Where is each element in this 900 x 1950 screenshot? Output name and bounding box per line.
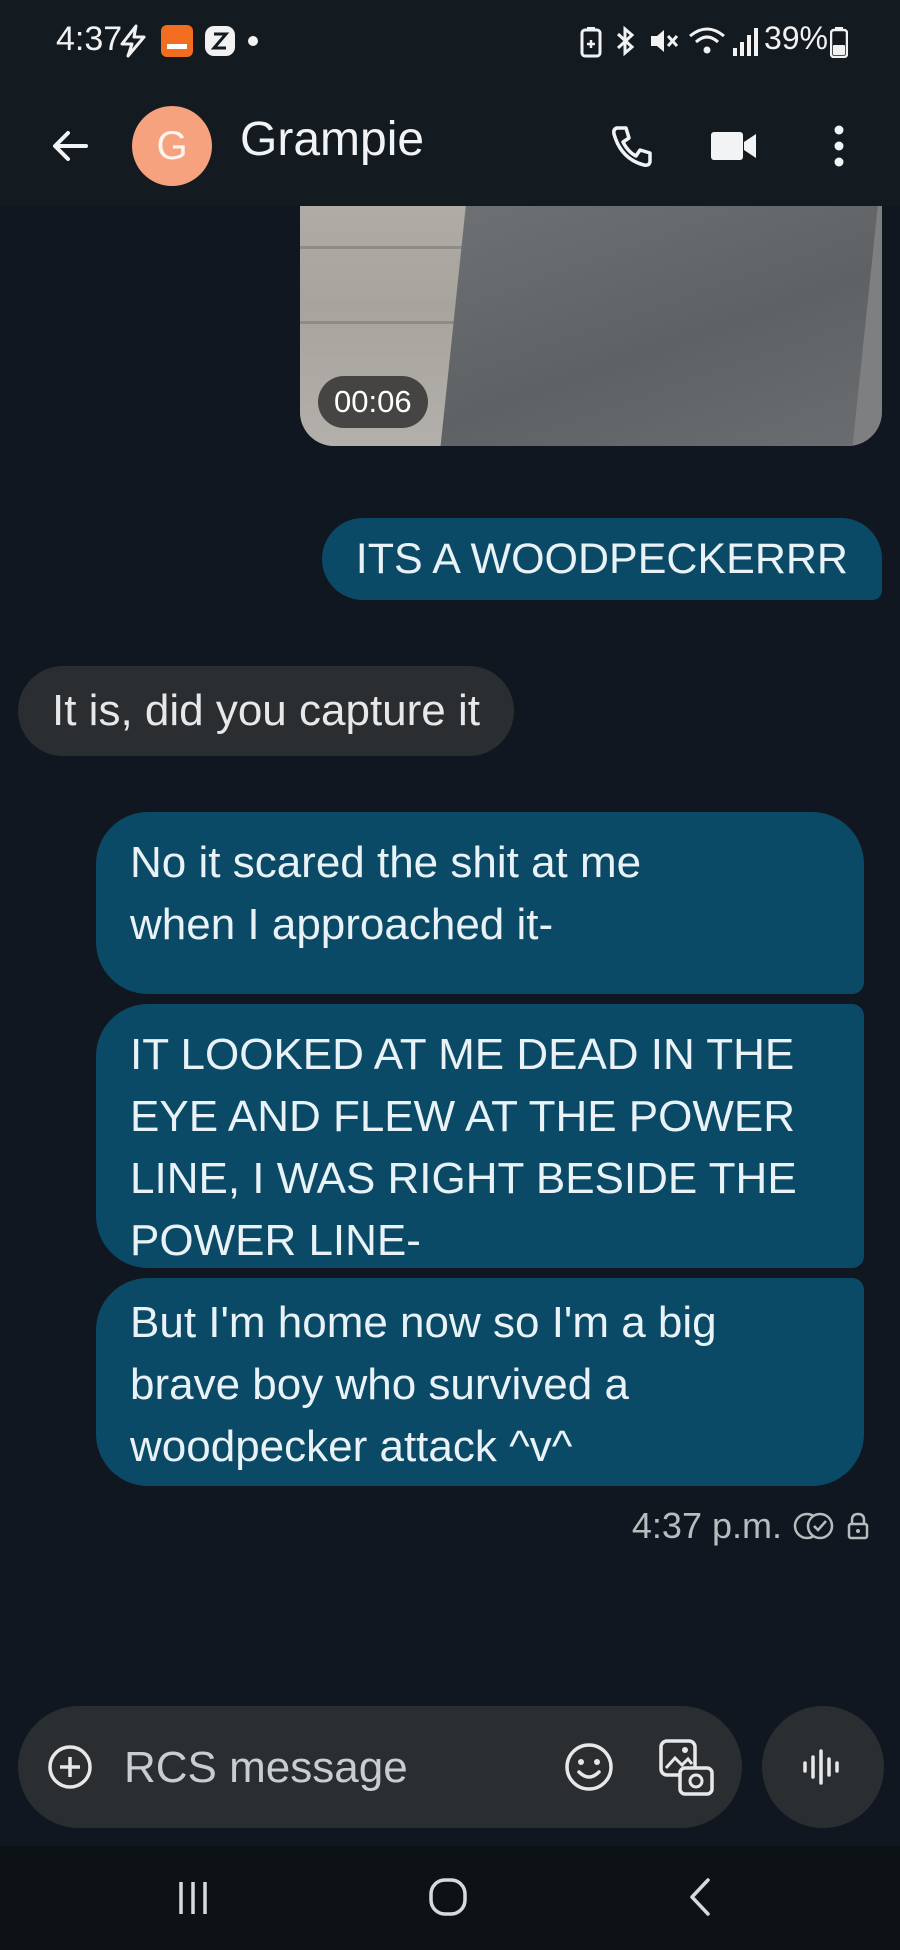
message-text: IT LOOKED AT ME DEAD IN THE EYE AND FLEW… [130,1004,830,1272]
recents-icon[interactable] [168,1876,218,1920]
contact-avatar[interactable]: G [132,106,212,186]
battery-saver-icon [580,27,602,58]
signal-icon [733,28,758,56]
read-receipt-icon [793,1512,834,1540]
dot-icon [248,36,258,46]
message-text: But I'm home now so I'm a big brave boy … [130,1278,830,1478]
lock-icon [847,1512,869,1540]
system-navigation-bar [0,1846,900,1950]
outgoing-message-bubble[interactable]: No it scared the shit at me when I appro… [96,812,864,994]
emoji-icon[interactable] [562,1740,616,1794]
message-line: when I approached it- [130,900,554,949]
avatar-letter: G [156,123,188,168]
message-metadata: 4:37 p.m. [632,1502,870,1550]
bolt-icon [120,24,146,58]
voice-icon [803,1749,839,1785]
message-line: POWER LINE- [130,1216,421,1265]
arrow-back-icon [53,131,88,161]
contact-name[interactable]: Grampie [240,112,424,167]
outgoing-message-bubble[interactable]: IT LOOKED AT ME DEAD IN THE EYE AND FLEW… [96,1004,864,1268]
video-duration: 00:06 [318,376,428,428]
more-options-button[interactable] [812,114,866,178]
gallery-icon[interactable] [658,1738,714,1796]
message-text: It is, did you capture it [52,686,480,735]
z-app-icon [205,26,235,56]
message-input[interactable] [122,1736,546,1800]
temu-icon [161,25,193,57]
message-text: ITS A WOODPECKERRR [355,535,848,583]
bluetooth-icon [616,25,635,57]
mute-icon [651,30,679,52]
wifi-icon [689,27,725,54]
status-bar: 4:37 39% [0,0,900,86]
battery-icon [830,27,848,58]
outgoing-message-bubble[interactable]: But I'm home now so I'm a big brave boy … [96,1278,864,1486]
phone-icon [612,126,652,167]
message-line: brave boy who survived a [130,1360,629,1409]
compose-bar [18,1706,742,1828]
sidewalk-seam [300,246,480,249]
status-time: 4:37 [56,20,123,58]
add-circle-icon[interactable] [46,1743,94,1791]
message-text: No it scared the shit at me when I appro… [130,812,830,956]
message-line: No it scared the shit at me [130,838,642,887]
outgoing-message-bubble[interactable]: ITS A WOODPECKERRR [321,518,882,600]
message-line: woodpecker attack ^v^ [130,1422,573,1471]
back-button[interactable] [38,114,102,178]
video-call-button[interactable] [702,114,766,178]
video-attachment[interactable]: 00:06 [300,206,882,446]
video-frame-road [440,206,882,446]
message-line: IT LOOKED AT ME DEAD IN THE [130,1030,795,1079]
voice-message-button[interactable] [762,1706,884,1828]
nav-back-icon[interactable] [678,1872,724,1922]
message-line: LINE, I WAS RIGHT BESIDE THE [130,1154,797,1203]
video-call-icon [711,132,756,160]
message-line: EYE AND FLEW AT THE POWER [130,1092,796,1141]
conversation-header: G Grampie [0,86,900,206]
battery-percentage: 39% [763,20,828,56]
incoming-message-bubble[interactable]: It is, did you capture it [18,666,514,756]
voice-call-button[interactable] [600,114,664,178]
home-icon[interactable] [424,1872,474,1922]
message-timestamp: 4:37 p.m. [631,1505,782,1546]
message-line: But I'm home now so I'm a big [130,1298,717,1347]
message-list[interactable]: 00:06 ITS A WOODPECKERRR It is, did you … [0,206,900,1696]
more-vert-icon [834,125,844,167]
